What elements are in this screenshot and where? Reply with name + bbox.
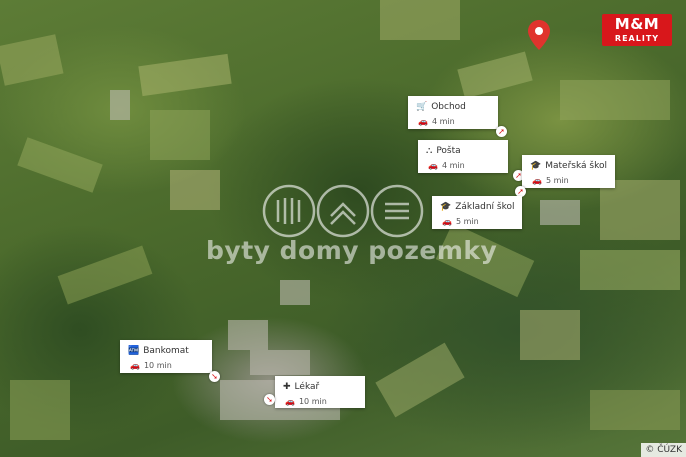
car-icon: 🚗 <box>418 117 428 126</box>
poi-time: 4 min <box>431 117 455 126</box>
brand-logo: M&M REALITY <box>602 14 672 46</box>
poi-time: 10 min <box>143 361 172 370</box>
copyright-notice: © ČÚZK <box>641 443 686 457</box>
poi-marker-lekar[interactable]: ➘ <box>264 394 275 405</box>
car-icon: 🚗 <box>442 217 452 226</box>
location-pin-icon[interactable] <box>528 20 550 50</box>
poi-name: Pošta <box>436 146 461 156</box>
map-view[interactable]: byty domy pozemky M&M REALITY 🛒 Obchod 🚗 4… <box>0 0 686 457</box>
logo-line-2: REALITY <box>614 34 660 43</box>
poi-time: 10 min <box>298 397 327 406</box>
poi-time: 4 min <box>441 161 465 170</box>
poi-card-materska-skola[interactable]: 🎓Mateřská škola N… 🚗5 min <box>522 155 615 188</box>
car-icon: 🚗 <box>428 161 438 170</box>
car-icon: 🚗 <box>285 397 295 406</box>
logo-line-1: M&M <box>614 15 660 33</box>
poi-name: Obchod <box>431 102 466 112</box>
poi-name: Základní škola N… <box>455 202 514 212</box>
cart-icon: 🛒 <box>416 102 428 112</box>
poi-card-posta[interactable]: ⛬ Pošta 🚗 4 min <box>418 140 508 173</box>
school-icon: 🎓 <box>530 161 542 171</box>
poi-card-lekar[interactable]: ✚ Lékař 🚗 10 min <box>275 376 365 408</box>
poi-time: 5 min <box>545 176 569 185</box>
car-icon: 🚗 <box>532 176 542 185</box>
poi-time: 5 min <box>455 217 479 226</box>
post-icon: ⛬ <box>426 146 433 156</box>
poi-name: Mateřská škola N… <box>545 161 607 171</box>
school-icon: 🎓 <box>440 202 452 212</box>
poi-card-zakladni-skola[interactable]: 🎓Základní škola N… 🚗5 min <box>432 196 522 229</box>
car-icon: 🚗 <box>130 361 140 370</box>
medical-icon: ✚ <box>283 382 291 392</box>
watermark-text: byty domy pozemky <box>206 236 498 265</box>
poi-marker-obchod[interactable]: ➚ <box>496 126 507 137</box>
poi-name: Bankomat <box>143 346 189 356</box>
poi-card-obchod[interactable]: 🛒 Obchod 🚗 4 min <box>408 96 498 129</box>
poi-marker-bankomat[interactable]: ➘ <box>209 371 220 382</box>
poi-name: Lékař <box>294 382 320 392</box>
atm-icon: 🏧 <box>128 346 140 356</box>
poi-card-bankomat[interactable]: 🏧 Bankomat 🚗 10 min <box>120 340 212 373</box>
